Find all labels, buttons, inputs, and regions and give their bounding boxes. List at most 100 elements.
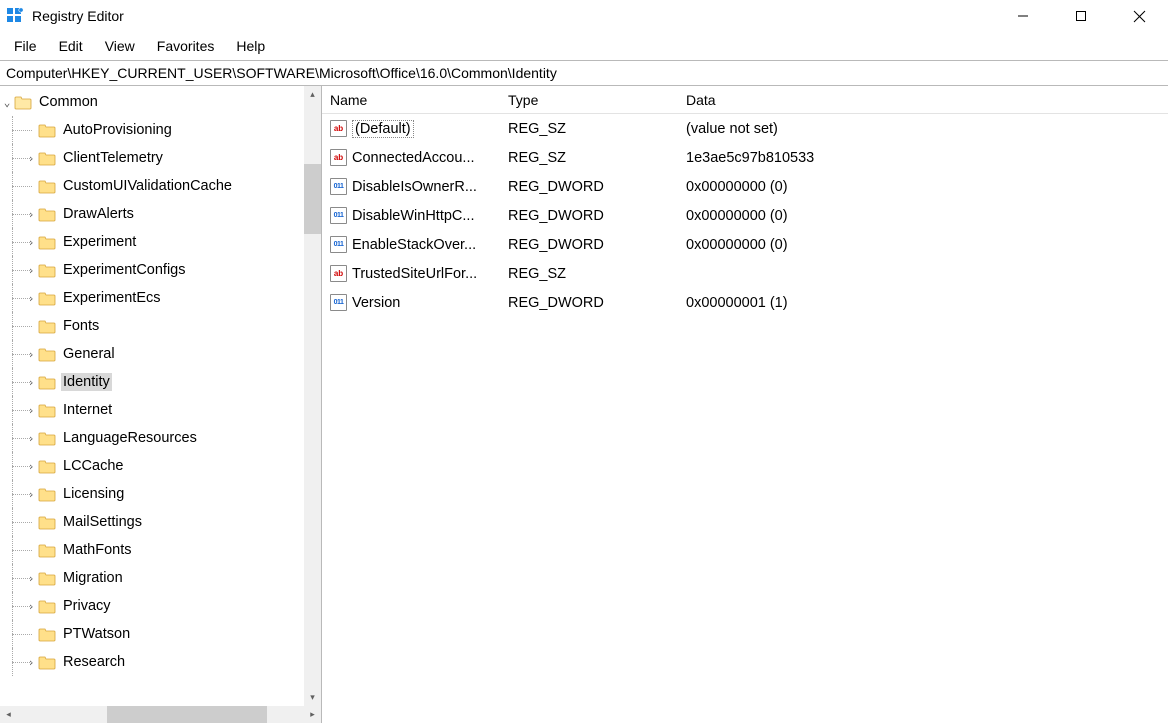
folder-icon bbox=[38, 459, 56, 474]
folder-icon bbox=[38, 123, 56, 138]
scroll-down-icon[interactable]: ▾ bbox=[304, 689, 321, 706]
column-header-type[interactable]: Type bbox=[500, 86, 678, 113]
tree-item-label: Research bbox=[61, 653, 127, 671]
tree-item-internet[interactable]: › Internet bbox=[0, 396, 321, 424]
window-controls bbox=[994, 0, 1168, 32]
tree-item-experimentecs[interactable]: › ExperimentEcs bbox=[0, 284, 321, 312]
tree-item-languageresources[interactable]: › LanguageResources bbox=[0, 424, 321, 452]
dword-value-icon bbox=[330, 294, 347, 311]
value-type: REG_DWORD bbox=[500, 208, 678, 224]
tree-item-label: Privacy bbox=[61, 597, 113, 615]
window-title: Registry Editor bbox=[32, 8, 124, 24]
tree-item-label: Common bbox=[37, 93, 100, 111]
list-row[interactable]: VersionREG_DWORD0x00000001 (1) bbox=[322, 288, 1168, 317]
tree-item-experimentconfigs[interactable]: › ExperimentConfigs bbox=[0, 256, 321, 284]
tree-item-licensing[interactable]: › Licensing bbox=[0, 480, 321, 508]
list-row[interactable]: (Default) REG_SZ(value not set) bbox=[322, 114, 1168, 143]
tree-item-ptwatson[interactable]: PTWatson bbox=[0, 620, 321, 648]
chevron-down-icon[interactable]: ⌄ bbox=[0, 96, 14, 109]
scroll-left-icon[interactable]: ◂ bbox=[0, 706, 17, 723]
minimize-button[interactable] bbox=[994, 0, 1052, 32]
folder-open-icon bbox=[14, 95, 32, 110]
tree-item-label: Licensing bbox=[61, 485, 126, 503]
list-pane: Name Type Data (Default)REG_SZ(value not… bbox=[322, 86, 1168, 723]
tree-item-label: LanguageResources bbox=[61, 429, 199, 447]
tree-item-drawalerts[interactable]: › DrawAlerts bbox=[0, 200, 321, 228]
list-row[interactable]: DisableWinHttpC... REG_DWORD0x00000000 (0… bbox=[322, 201, 1168, 230]
address-path: Computer\HKEY_CURRENT_USER\SOFTWARE\Micr… bbox=[6, 65, 557, 81]
folder-icon bbox=[38, 375, 56, 390]
folder-icon bbox=[38, 207, 56, 222]
menu-view[interactable]: View bbox=[95, 35, 145, 57]
menu-help[interactable]: Help bbox=[226, 35, 275, 57]
string-value-icon bbox=[330, 149, 347, 166]
hscrollbar-thumb[interactable] bbox=[107, 706, 267, 723]
list-row[interactable]: DisableIsOwnerR...REG_DWORD0x00000000 (0… bbox=[322, 172, 1168, 201]
tree-item-customuivalidationcache[interactable]: CustomUIValidationCache bbox=[0, 172, 321, 200]
value-type: REG_SZ bbox=[500, 150, 678, 166]
tree-item-mailsettings[interactable]: MailSettings bbox=[0, 508, 321, 536]
scroll-up-icon[interactable]: ▴ bbox=[304, 86, 321, 103]
list-row[interactable]: ConnectedAccou...REG_SZ1e3ae5c97b810533 bbox=[322, 143, 1168, 172]
value-name: (Default) bbox=[352, 120, 414, 138]
tree-item-common[interactable]: ⌄ Common bbox=[0, 88, 321, 116]
folder-icon bbox=[38, 403, 56, 418]
value-data: (value not set) bbox=[678, 121, 1168, 137]
list-row[interactable]: EnableStackOver...REG_DWORD0x00000000 (0… bbox=[322, 230, 1168, 259]
tree-item-migration[interactable]: › Migration bbox=[0, 564, 321, 592]
scroll-right-icon[interactable]: ▸ bbox=[304, 706, 321, 723]
value-data: 0x00000000 (0) bbox=[678, 237, 1168, 253]
folder-icon bbox=[38, 179, 56, 194]
value-type: REG_DWORD bbox=[500, 179, 678, 195]
address-bar[interactable]: Computer\HKEY_CURRENT_USER\SOFTWARE\Micr… bbox=[0, 60, 1168, 86]
tree-item-label: Fonts bbox=[61, 317, 101, 335]
menu-favorites[interactable]: Favorites bbox=[147, 35, 225, 57]
tree-scroll: ⌄ Common AutoProvisioning› ClientTelemet… bbox=[0, 86, 321, 706]
column-header-name[interactable]: Name bbox=[322, 86, 500, 113]
menu-edit[interactable]: Edit bbox=[49, 35, 93, 57]
tree-item-label: Experiment bbox=[61, 233, 138, 251]
app-icon bbox=[6, 7, 24, 25]
value-name: DisableWinHttpC... bbox=[352, 208, 474, 224]
maximize-button[interactable] bbox=[1052, 0, 1110, 32]
tree-item-autoprovisioning[interactable]: AutoProvisioning bbox=[0, 116, 321, 144]
menu-file[interactable]: File bbox=[4, 35, 47, 57]
horizontal-scrollbar[interactable]: ◂ ▸ bbox=[0, 706, 321, 723]
tree-item-fonts[interactable]: Fonts bbox=[0, 312, 321, 340]
folder-icon bbox=[38, 235, 56, 250]
folder-icon bbox=[38, 319, 56, 334]
titlebar: Registry Editor bbox=[0, 0, 1168, 32]
value-data: 0x00000000 (0) bbox=[678, 208, 1168, 224]
folder-icon bbox=[38, 431, 56, 446]
close-button[interactable] bbox=[1110, 0, 1168, 32]
tree-item-label: Internet bbox=[61, 401, 114, 419]
tree-item-label: General bbox=[61, 345, 117, 363]
tree-item-identity[interactable]: › Identity bbox=[0, 368, 321, 396]
scrollbar-thumb[interactable] bbox=[304, 164, 321, 234]
folder-icon bbox=[38, 487, 56, 502]
tree-item-label: MailSettings bbox=[61, 513, 144, 531]
vertical-scrollbar[interactable]: ▴ ▾ bbox=[304, 86, 321, 706]
tree-item-general[interactable]: › General bbox=[0, 340, 321, 368]
tree-item-privacy[interactable]: › Privacy bbox=[0, 592, 321, 620]
folder-icon bbox=[38, 599, 56, 614]
value-type: REG_SZ bbox=[500, 266, 678, 282]
tree-item-label: MathFonts bbox=[61, 541, 134, 559]
value-type: REG_SZ bbox=[500, 121, 678, 137]
tree-item-research[interactable]: › Research bbox=[0, 648, 321, 676]
main-content: ⌄ Common AutoProvisioning› ClientTelemet… bbox=[0, 86, 1168, 723]
folder-icon bbox=[38, 291, 56, 306]
tree-item-mathfonts[interactable]: MathFonts bbox=[0, 536, 321, 564]
tree[interactable]: ⌄ Common AutoProvisioning› ClientTelemet… bbox=[0, 86, 321, 676]
tree-item-label: DrawAlerts bbox=[61, 205, 136, 223]
folder-icon bbox=[38, 151, 56, 166]
tree-item-lccache[interactable]: › LCCache bbox=[0, 452, 321, 480]
column-header-data[interactable]: Data bbox=[678, 86, 1168, 113]
tree-item-experiment[interactable]: › Experiment bbox=[0, 228, 321, 256]
menubar: File Edit View Favorites Help bbox=[0, 32, 1168, 60]
list-row[interactable]: TrustedSiteUrlFor... REG_SZ bbox=[322, 259, 1168, 288]
string-value-icon bbox=[330, 265, 347, 282]
value-name: TrustedSiteUrlFor... bbox=[352, 266, 477, 282]
tree-item-label: PTWatson bbox=[61, 625, 132, 643]
tree-item-clienttelemetry[interactable]: › ClientTelemetry bbox=[0, 144, 321, 172]
